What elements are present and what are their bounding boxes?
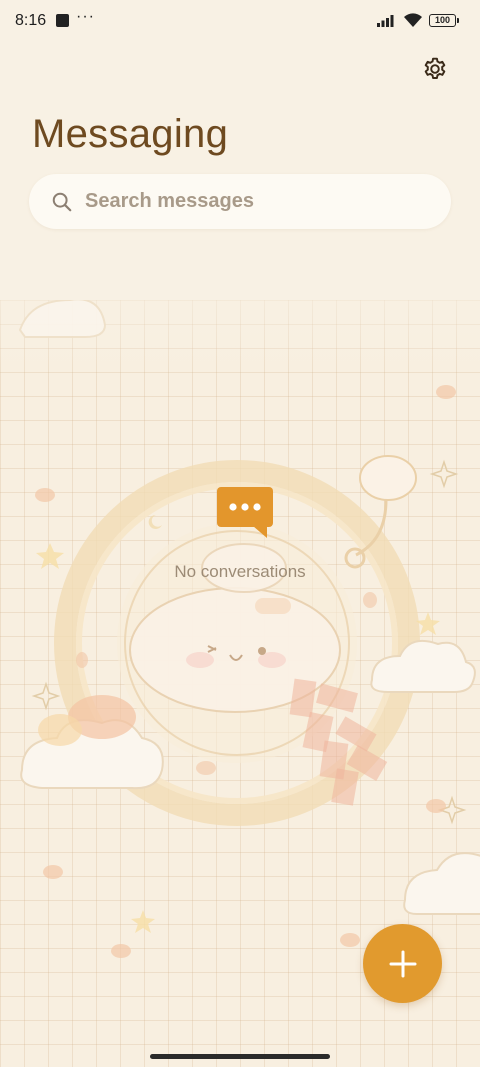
settings-button[interactable] bbox=[418, 52, 452, 86]
gear-icon bbox=[424, 57, 446, 79]
search-input[interactable] bbox=[83, 189, 407, 214]
chat-bubble-icon bbox=[217, 487, 273, 538]
battery-icon: 100 bbox=[429, 14, 456, 27]
plus-icon bbox=[389, 950, 416, 977]
home-indicator[interactable] bbox=[150, 1054, 330, 1059]
page-title: Messaging bbox=[32, 112, 229, 156]
search-bar[interactable] bbox=[29, 174, 451, 229]
wifi-icon bbox=[404, 13, 422, 27]
new-conversation-button[interactable] bbox=[363, 924, 442, 1003]
battery-tip bbox=[457, 18, 459, 23]
battery-level: 100 bbox=[434, 15, 451, 25]
status-time: 8:16 bbox=[15, 12, 47, 29]
signal-icon bbox=[377, 15, 394, 27]
search-icon bbox=[52, 192, 72, 211]
notification-app-icon bbox=[56, 14, 69, 27]
status-bar: 8:16 ··· 100 bbox=[0, 0, 480, 44]
status-more-icon: ··· bbox=[76, 8, 95, 25]
empty-state-text: No conversations bbox=[174, 562, 306, 581]
